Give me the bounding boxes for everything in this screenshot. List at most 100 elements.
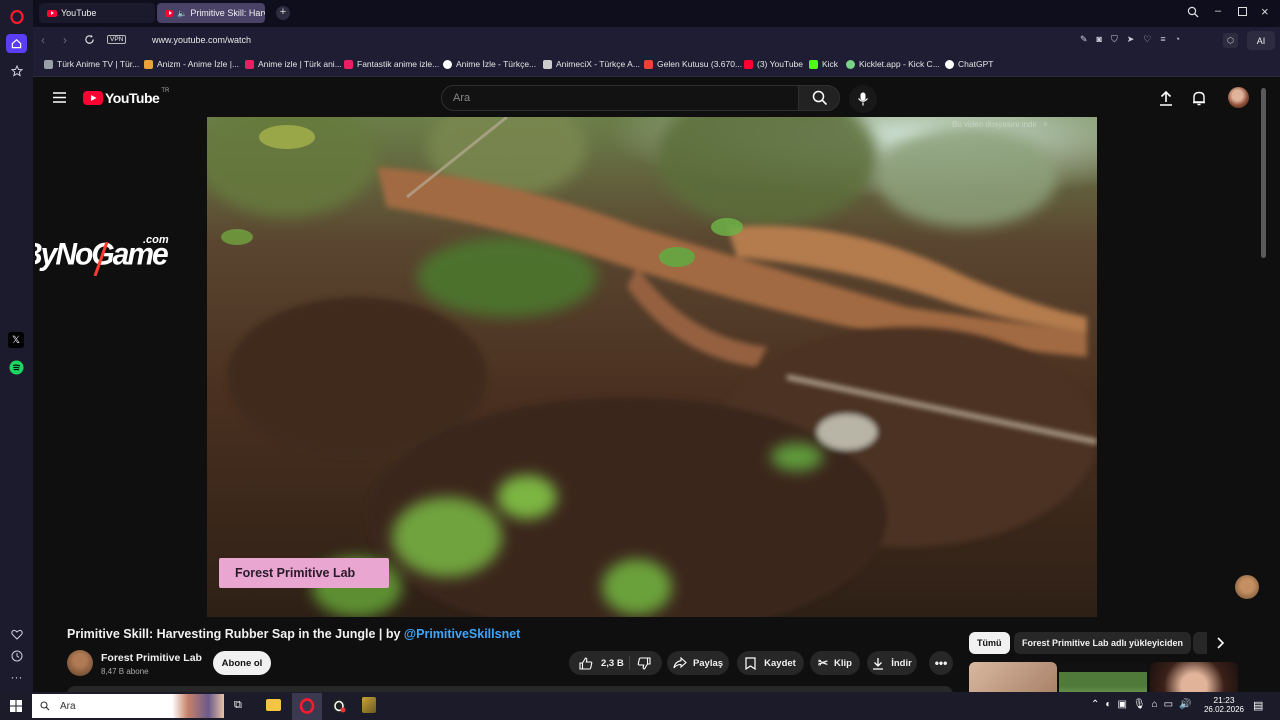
hamburger-menu-icon[interactable]	[53, 92, 66, 103]
home-icon[interactable]	[6, 34, 27, 53]
download-button[interactable]: İndir	[867, 651, 917, 675]
chevron-right-icon[interactable]	[1215, 636, 1225, 650]
clip-button[interactable]: ✂ Klip	[810, 651, 860, 675]
volume-icon[interactable]: 🔊	[1179, 699, 1191, 710]
forward-icon[interactable]: ›	[63, 33, 67, 47]
search-button[interactable]	[798, 85, 840, 111]
microphone-icon[interactable]: 🎙	[1133, 699, 1146, 710]
spotify-icon[interactable]	[8, 359, 25, 376]
voice-search-button[interactable]	[849, 85, 877, 113]
bookmark-item[interactable]: ChatGPT	[945, 59, 993, 69]
chip-partial[interactable]	[1193, 632, 1207, 654]
shield-icon[interactable]: ⛉	[1111, 34, 1118, 45]
send-icon[interactable]: ➤	[1127, 34, 1135, 45]
opera-gx-icon[interactable]	[331, 698, 347, 714]
recommendation-thumbnail[interactable]	[1059, 662, 1147, 692]
youtube-logo[interactable]: YouTube TR	[83, 88, 169, 106]
star-icon[interactable]	[8, 62, 25, 79]
avatar[interactable]	[1228, 87, 1249, 108]
bookmark-item[interactable]: AnimeciX - Türkçe A...	[543, 59, 640, 69]
opera-logo-icon[interactable]	[8, 8, 25, 25]
taskbar-search-input[interactable]: Ara	[32, 694, 224, 718]
upload-icon[interactable]	[1159, 90, 1173, 106]
search-tabs-icon[interactable]	[1187, 6, 1199, 18]
clock[interactable]: 21:23 26.02.2026	[1201, 695, 1247, 714]
back-icon[interactable]: ‹	[41, 33, 45, 47]
channel-avatar[interactable]	[67, 650, 93, 676]
tab-youtube[interactable]: YouTube	[39, 3, 155, 23]
tray-app-icon[interactable]: ◐	[1105, 699, 1111, 710]
opera-sidebar: 𝕏 ···	[0, 0, 33, 692]
bookmark-label: Kicklet.app - Kick C...	[859, 59, 940, 69]
profile-icon[interactable]: ◔	[1175, 34, 1180, 45]
extensions-icon[interactable]: ⬡	[1223, 33, 1238, 48]
camera-icon[interactable]: ◙	[1097, 34, 1102, 45]
bookmark-item[interactable]: Anime İzle - Türkçe...	[443, 59, 536, 69]
new-tab-button[interactable]: +	[276, 6, 290, 20]
menu-icon[interactable]: ≡	[1160, 34, 1165, 45]
file-explorer-icon[interactable]	[266, 699, 281, 711]
tab-video-active[interactable]: 🔈 Primitive Skill: Harvest	[157, 3, 265, 23]
minimize-icon[interactable]: –	[1215, 5, 1221, 17]
search-input[interactable]: Ara	[441, 85, 799, 111]
heart-icon[interactable]: ♡	[1143, 34, 1151, 45]
channel-mini-avatar[interactable]	[1235, 575, 1259, 599]
chip-from-uploader[interactable]: Forest Primitive Lab adlı yükleyiciden	[1014, 632, 1192, 654]
bookmark-item[interactable]: Kick	[809, 59, 838, 69]
bookmark-favicon-icon	[443, 59, 452, 69]
windows-start-icon[interactable]	[10, 700, 22, 712]
url-text[interactable]: www.youtube.com/watch	[152, 35, 251, 45]
edit-icon[interactable]: ✎	[1080, 34, 1088, 45]
save-button[interactable]: Kaydet	[737, 651, 804, 675]
more-dots-icon[interactable]: ···	[8, 668, 25, 685]
channel-name[interactable]: Forest Primitive Lab	[101, 652, 202, 664]
reload-icon[interactable]	[84, 34, 95, 45]
close-icon[interactable]: ×	[1261, 4, 1269, 19]
download-video-overlay[interactable]: Bu video dosyasını indir ×	[952, 120, 1048, 129]
notifications-icon[interactable]: ▤	[1253, 699, 1263, 712]
url-box[interactable]: VPN www.youtube.com/watch	[99, 31, 1239, 50]
bookmark-item[interactable]: Anime izle | Türk ani...	[245, 59, 342, 69]
app-icon[interactable]	[362, 697, 376, 713]
overlay-close-icon[interactable]: ×	[1043, 120, 1048, 129]
bookmark-item[interactable]: (3) YouTube	[744, 59, 803, 69]
address-actions: ✎ ◙ ⛉ ➤ ♡ ≡ ◔	[1080, 34, 1180, 45]
youtube-favicon-icon	[47, 9, 57, 17]
bookmark-label: Anizm - Anime İzle |...	[157, 59, 240, 69]
vpn-badge[interactable]: VPN	[107, 35, 127, 44]
page-scrollbar[interactable]	[1261, 88, 1266, 258]
save-label: Kaydet	[764, 657, 796, 669]
ai-label: AI	[1256, 35, 1266, 46]
recommendation-thumbnail[interactable]	[969, 662, 1057, 692]
subscribe-button[interactable]: Abone ol	[213, 651, 271, 675]
bookmark-item[interactable]: Gelen Kutusu (3.670...	[644, 59, 742, 69]
share-button[interactable]: Paylaş	[667, 651, 729, 675]
bookmark-label: Kick	[822, 59, 839, 69]
taskbar-opera-active[interactable]	[292, 693, 322, 720]
tray-app-icon[interactable]: ⌂	[1152, 699, 1158, 710]
like-dislike-group: 2,3 B	[569, 651, 662, 675]
bookmark-item[interactable]: Kicklet.app - Kick C...	[846, 59, 940, 69]
maximize-icon[interactable]	[1238, 7, 1247, 16]
video-title-handle-link[interactable]: @PrimitiveSkillsnet	[404, 627, 520, 641]
chip-all[interactable]: Tümü	[969, 632, 1010, 654]
bookmark-item[interactable]: Fantastik anime izle...	[344, 59, 439, 69]
recommendation-thumbnail[interactable]	[1150, 662, 1238, 692]
heart-icon[interactable]	[8, 626, 25, 643]
x-twitter-icon[interactable]: 𝕏	[8, 332, 24, 348]
chip-label: Forest Primitive Lab adlı yükleyiciden	[1022, 638, 1184, 648]
tray-app-icon[interactable]: ▣	[1117, 699, 1126, 710]
notifications-bell-icon[interactable]	[1192, 90, 1206, 106]
bookmark-item[interactable]: Anizm - Anime İzle |...	[144, 59, 239, 69]
history-icon[interactable]	[8, 647, 25, 664]
dislike-button[interactable]	[637, 657, 651, 670]
chevron-up-icon[interactable]: ⌃	[1091, 699, 1099, 710]
more-actions-button[interactable]: •••	[929, 651, 953, 675]
like-button[interactable]: 2,3 B	[579, 656, 624, 670]
task-view-icon[interactable]: ⧉	[234, 699, 242, 712]
video-player[interactable]: Bu video dosyasını indir × Forest Primit…	[207, 117, 1097, 617]
video-frame	[207, 117, 1097, 617]
aria-ai-button[interactable]: AI	[1247, 31, 1275, 50]
bookmark-item[interactable]: Türk Anime TV | Tür...	[44, 59, 139, 69]
network-icon[interactable]: ▭	[1164, 699, 1173, 710]
